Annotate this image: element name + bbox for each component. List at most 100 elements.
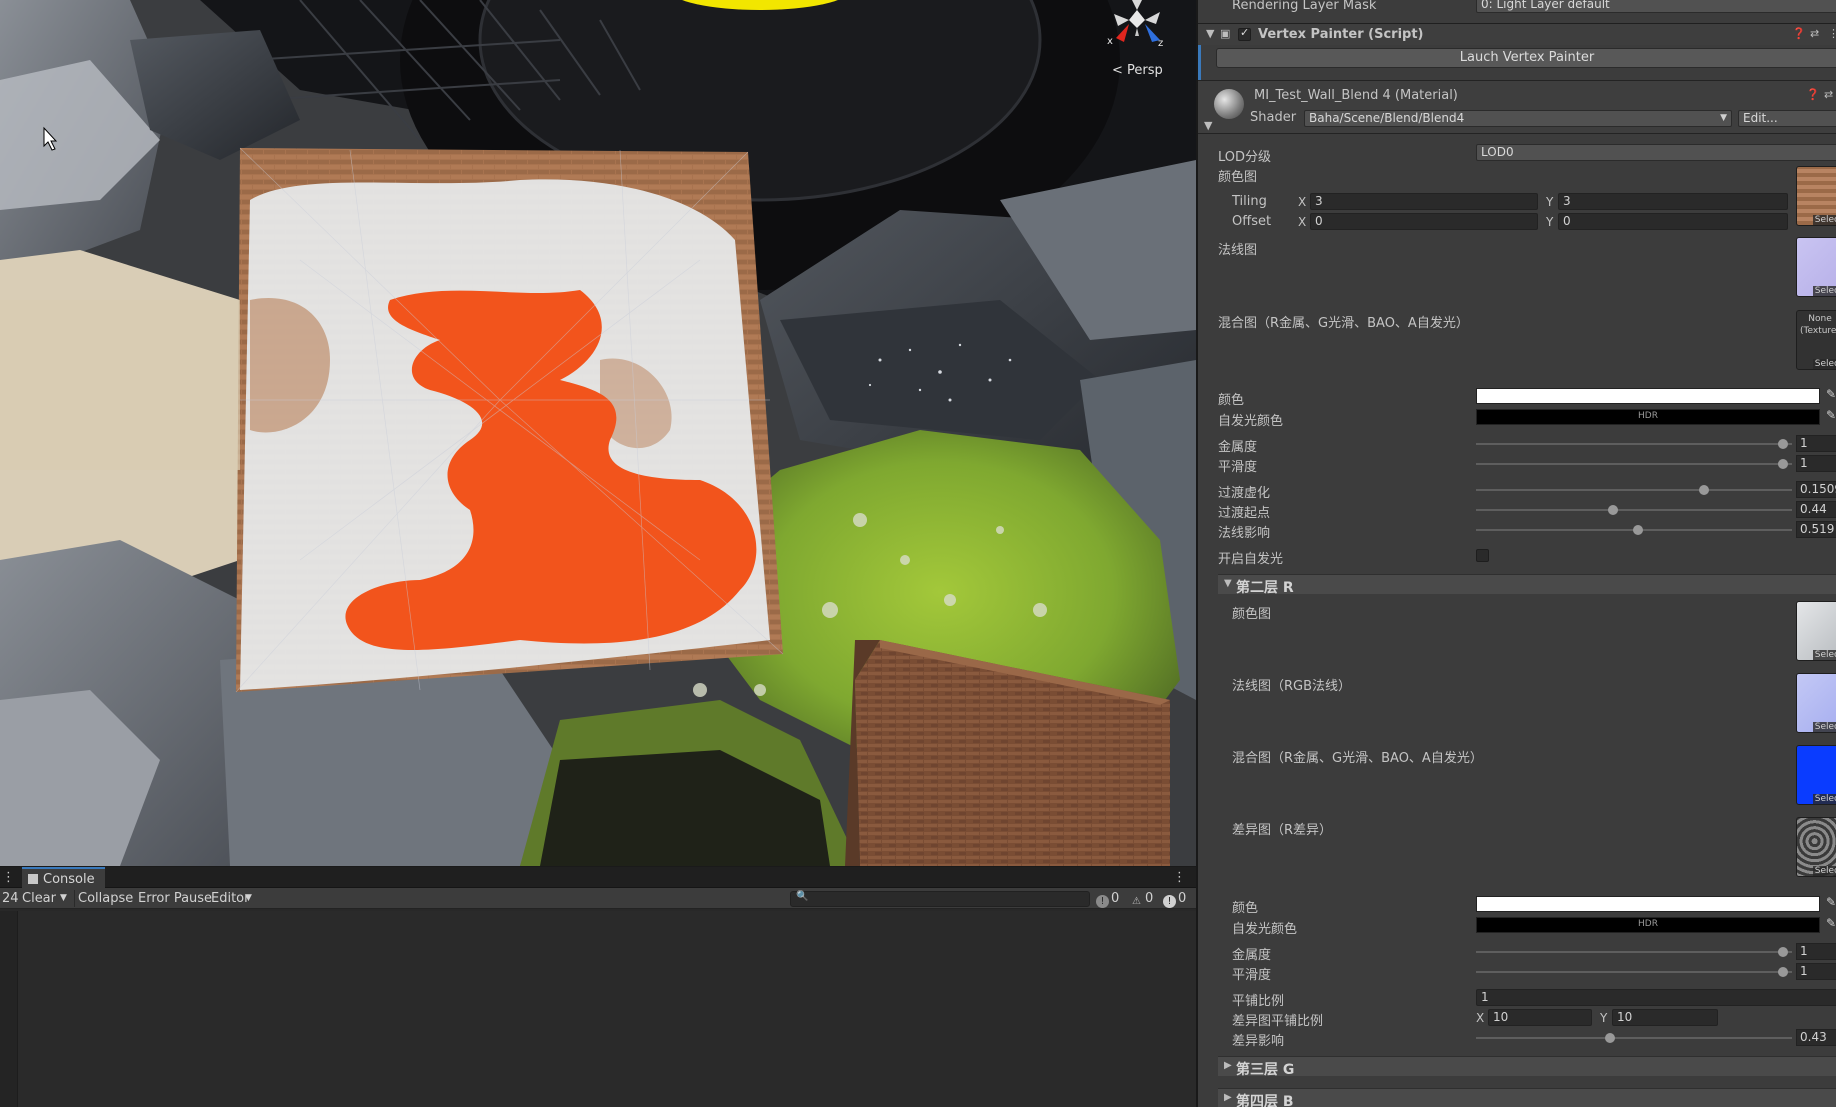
layer2-diff-slot[interactable]: Selec [1796,817,1836,877]
layer4-foldout[interactable]: ▶ 第四层 B [1218,1088,1836,1107]
material-preset-icon[interactable]: ⇄ [1824,88,1833,101]
console-toolbar: 24 Clear ▼ Collapse Error Pause Editor ▼… [0,888,1196,909]
layer2-smoothness-slider-knob[interactable] [1778,967,1788,977]
transition-blur-field[interactable]: 0.1509 [1796,481,1836,498]
metallic-slider-knob[interactable] [1778,439,1788,449]
smoothness-field[interactable]: 1 [1796,455,1836,472]
error-count[interactable]: ! 0 [1163,888,1186,909]
layer3-title: 第三层 G [1236,1062,1295,1078]
lod-value: LOD0 [1481,145,1514,159]
layer2-albedo-slot[interactable]: Selec [1796,601,1836,661]
console-search-input[interactable]: 🔍 [790,891,1090,907]
eyedropper-icon[interactable]: ✎ [1826,387,1836,401]
log-count[interactable]: ! 0 [1096,888,1119,909]
error-pause-button[interactable]: Error Pause [138,888,212,909]
collapse-button[interactable]: Collapse [78,888,133,909]
transition-start-field[interactable]: 0.44 [1796,501,1836,518]
layer2-diff-tile-y-field[interactable]: 10 [1612,1009,1718,1026]
shader-dropdown[interactable]: Baha/Scene/Blend/Blend4 ▼ [1304,110,1732,127]
preset-icon[interactable]: ⇄ [1810,27,1819,40]
transition-start-slider-track[interactable] [1476,509,1792,511]
albedo-texture-slot[interactable]: Selec [1796,166,1836,226]
layer2-foldout[interactable]: ▼ 第二层 R [1218,574,1836,596]
projection-toggle[interactable]: < Persp [1112,63,1163,78]
eyedropper-icon[interactable]: ✎ [1826,408,1836,422]
layer2-diff-tile-x-field[interactable]: 10 [1488,1009,1592,1026]
enable-emission-checkbox[interactable] [1476,549,1489,562]
layer2-diff-influence-field[interactable]: 0.43 [1796,1029,1836,1046]
normal-texture-slot[interactable]: Selec [1796,237,1836,297]
layer2-tile-ratio-field[interactable]: 1 [1476,989,1836,1006]
layer2-color-swatch[interactable] [1476,896,1820,912]
vertex-painter-title: Vertex Painter (Script) [1258,27,1424,42]
mix-texture-slot[interactable]: None (Texture) Selec [1796,310,1836,370]
smoothness-slider-knob[interactable] [1778,459,1788,469]
clear-button[interactable]: Clear [22,888,56,909]
select-button[interactable]: Selec [1812,722,1836,732]
scene-view[interactable]: x z < Persp [0,0,1196,866]
metallic-field[interactable]: 1 [1796,435,1836,452]
layer2-smoothness-field[interactable]: 1 [1796,963,1836,980]
layer2-metallic-slider-track[interactable] [1476,951,1792,953]
component-enabled-checkbox[interactable]: ✓ [1238,26,1251,41]
transition-start-value: 0.44 [1800,502,1827,516]
layer2-mix-slot[interactable]: Selec [1796,745,1836,805]
color-swatch[interactable] [1476,388,1820,404]
eyedropper-icon[interactable]: ✎ [1826,895,1836,909]
material-help-icon[interactable]: ❓ [1806,88,1820,101]
offset-y-field[interactable]: 0 [1558,213,1788,230]
console-log-area[interactable] [18,911,1196,1107]
emission-swatch[interactable]: HDR [1476,409,1820,425]
lod-dropdown[interactable]: LOD0 [1476,144,1836,161]
offset-y-label: Y [1546,215,1554,229]
offset-x-field[interactable]: 0 [1310,213,1538,230]
help-icon[interactable]: ❓ [1792,27,1806,40]
material-foldout-icon[interactable]: ▼ [1204,119,1212,132]
panel-menu-icon[interactable]: ⋮ [2,870,15,885]
select-button[interactable]: Selec [1812,359,1836,369]
select-button[interactable]: Selec [1812,794,1836,804]
transition-blur-slider-track[interactable] [1476,489,1792,491]
layer2-title: 第二层 R [1236,580,1294,596]
shader-edit-button[interactable]: Edit... [1738,110,1836,127]
transition-blur-slider-knob[interactable] [1699,485,1709,495]
transition-start-slider-knob[interactable] [1608,505,1618,515]
console-menu-icon[interactable]: ⋮ [1173,870,1186,885]
normal-influence-field[interactable]: 0.519 [1796,521,1836,538]
tab-console[interactable]: Console [22,867,105,888]
normal-influence-slider-knob[interactable] [1633,525,1643,535]
layer2-smoothness-slider-track[interactable] [1476,971,1792,973]
rendering-layer-mask-dropdown[interactable]: 0: Light Layer default [1476,0,1836,13]
layer2-diff-influence-label: 差异影响 [1232,1034,1285,1049]
layer2-emission-swatch[interactable]: HDR [1476,917,1820,933]
select-button[interactable]: Selec [1812,215,1836,225]
rendering-layer-mask-label: Rendering Layer Mask [1232,0,1377,13]
console-panel: ⋮ Console ⋮ 24 Clear ▼ Collapse Error Pa… [0,866,1196,1107]
layer2-metallic-slider-knob[interactable] [1778,947,1788,957]
metallic-slider-track[interactable] [1476,443,1792,445]
console-left-number: 24 [2,891,19,906]
layer2-smoothness-label: 平滑度 [1232,968,1272,983]
editor-dropdown[interactable]: Editor [211,888,249,909]
clear-dropdown-icon[interactable]: ▼ [60,888,67,909]
layer2-metallic-field[interactable]: 1 [1796,943,1836,960]
normal-influence-label: 法线影响 [1218,526,1271,541]
layer2-diff-influence-slider-knob[interactable] [1605,1033,1615,1043]
info-icon: ! [1096,895,1109,908]
select-button[interactable]: Selec [1812,286,1836,296]
tiling-x-field[interactable]: 3 [1310,193,1538,210]
launch-vertex-painter-button[interactable]: Lauch Vertex Painter [1216,48,1836,68]
eyedropper-icon[interactable]: ✎ [1826,916,1836,930]
select-button[interactable]: Selec [1812,866,1836,876]
warning-count[interactable]: ⚠ 0 [1130,888,1153,909]
smoothness-slider-track[interactable] [1476,463,1792,465]
layer3-foldout[interactable]: ▶ 第三层 G [1218,1056,1836,1078]
component-menu-icon[interactable]: ⋮ [1828,27,1836,40]
vertex-painter-header[interactable]: ▼ ▣ ✓ Vertex Painter (Script) ❓ ⇄ ⋮ [1198,23,1836,45]
layer2-diff-influence-slider-track[interactable] [1476,1037,1792,1039]
foldout-arrow-icon[interactable]: ▼ [1206,27,1214,40]
tiling-y-field[interactable]: 3 [1558,193,1788,210]
select-button[interactable]: Selec [1812,650,1836,660]
smoothness-label: 平滑度 [1218,460,1258,475]
layer2-normal-slot[interactable]: Selec [1796,673,1836,733]
